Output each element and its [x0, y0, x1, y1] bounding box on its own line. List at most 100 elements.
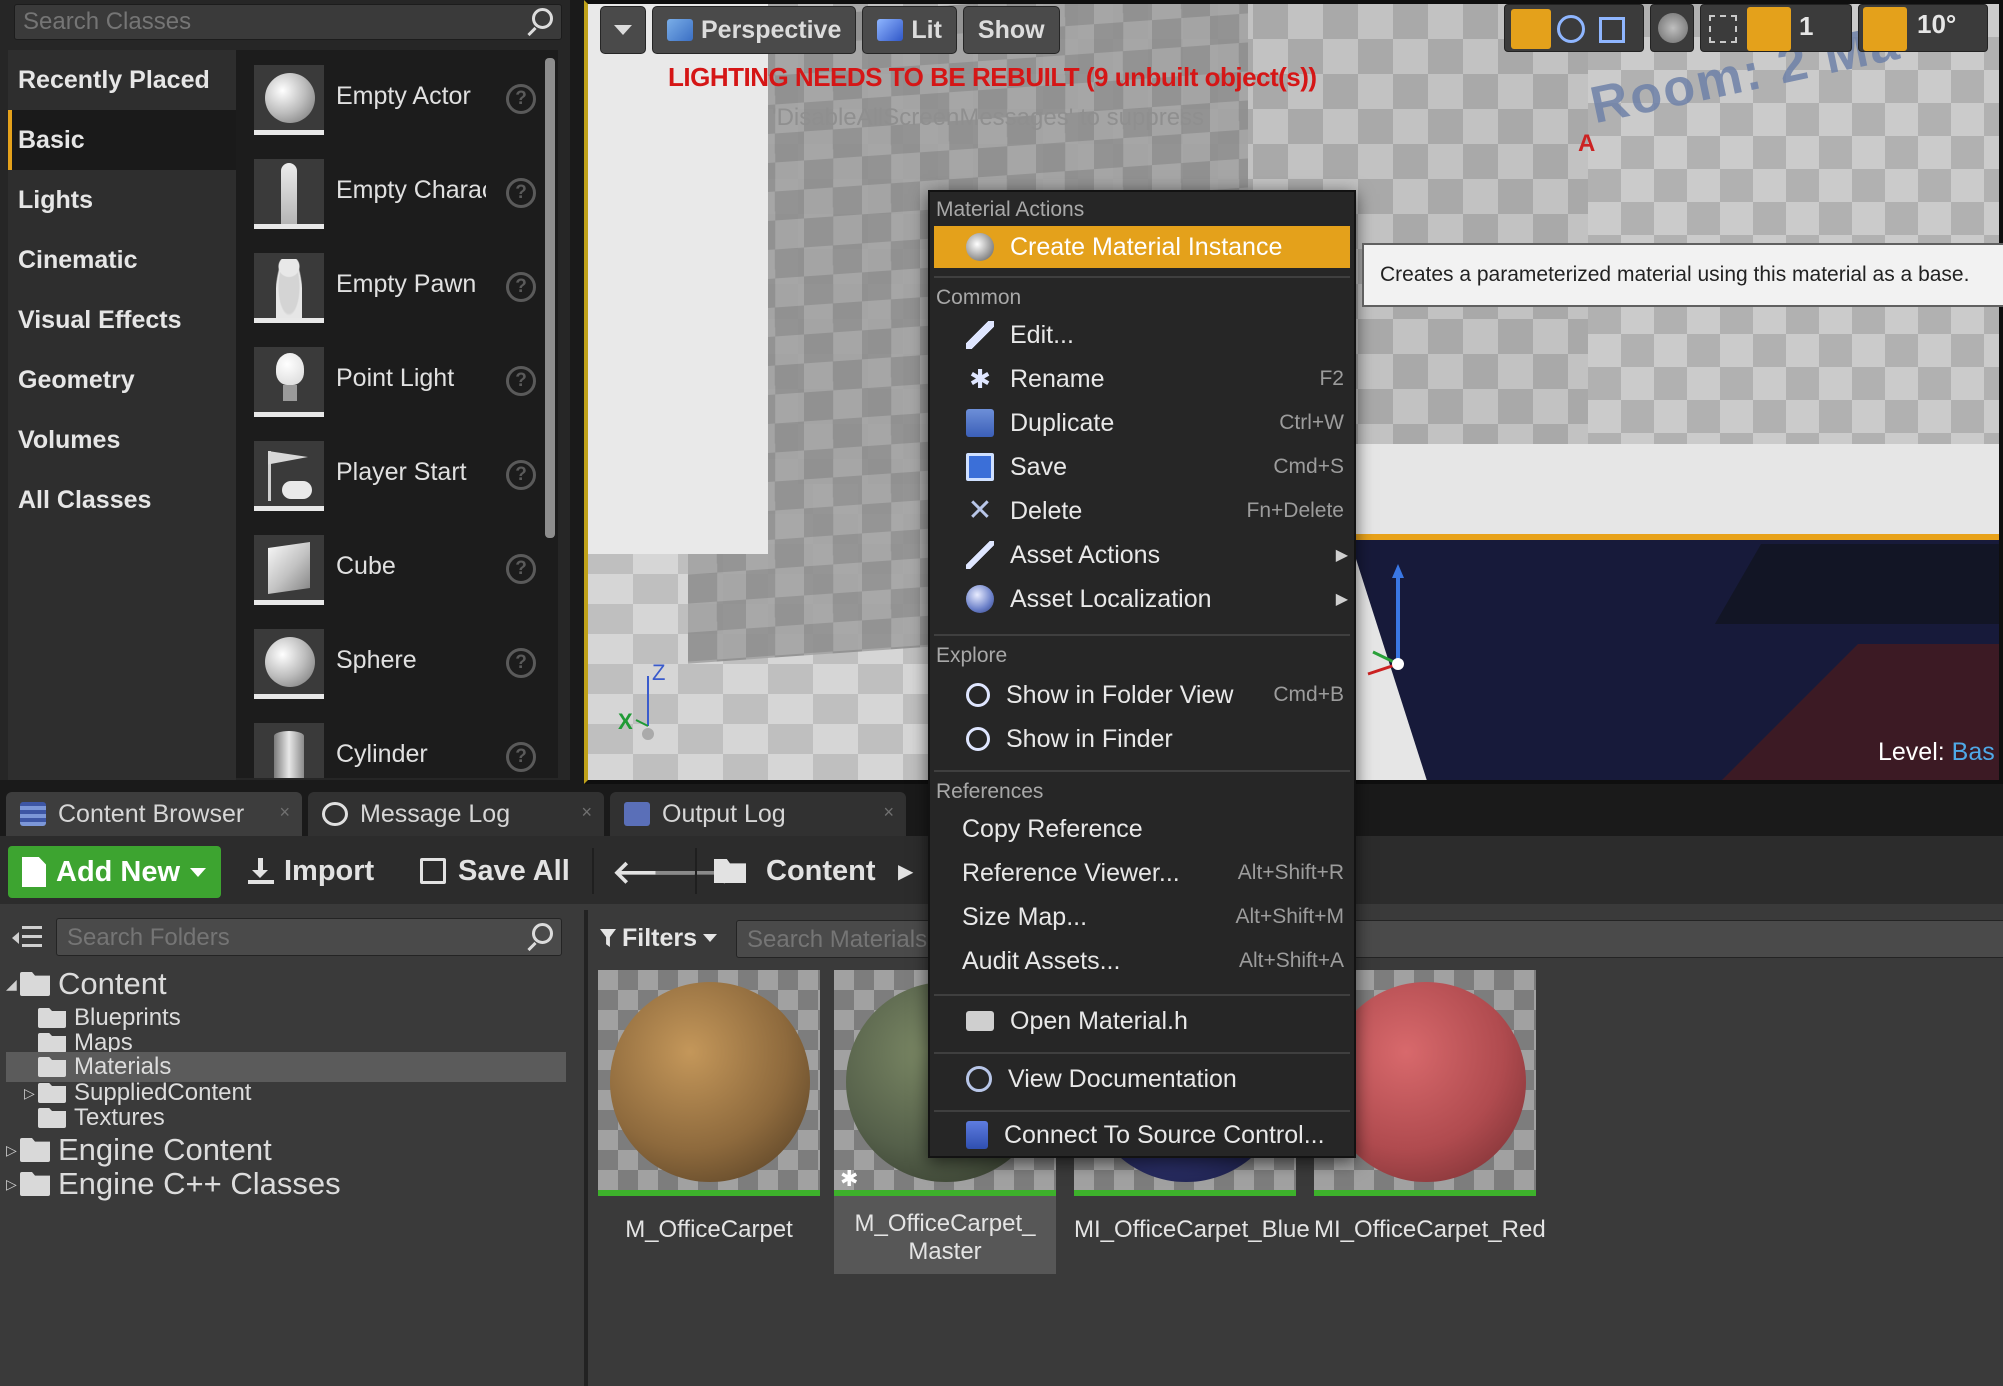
path-chevron-button[interactable]: ▶	[898, 850, 913, 892]
path-content-button[interactable]: Content	[714, 850, 876, 892]
actor-item-player-start[interactable]: Player Start ?	[236, 426, 558, 520]
menu-reference-viewer[interactable]: Reference Viewer... Alt+Shift+R	[934, 852, 1350, 894]
menu-show-in-folder-view[interactable]: Show in Folder View Cmd+B	[934, 674, 1350, 716]
category-all-classes[interactable]: All Classes	[8, 470, 236, 530]
help-icon[interactable]: ?	[506, 554, 536, 584]
help-icon[interactable]: ?	[506, 272, 536, 302]
folder-label: Textures	[74, 1104, 165, 1131]
help-icon[interactable]: ?	[506, 742, 536, 772]
save-all-button[interactable]: Save All	[420, 850, 570, 892]
save-icon	[420, 858, 446, 884]
category-basic[interactable]: Basic	[8, 110, 236, 170]
actor-item-empty-actor[interactable]: Empty Actor ?	[236, 50, 558, 144]
category-lights[interactable]: Lights	[8, 170, 236, 230]
grid-snap-value[interactable]: 1	[1799, 11, 1813, 42]
filters-button[interactable]: Filters	[600, 918, 718, 958]
category-geometry[interactable]: Geometry	[8, 350, 236, 410]
tree-folder-content[interactable]: ◢ Content	[6, 966, 566, 1001]
rotation-snap-tools: 10°	[1858, 4, 1988, 52]
menu-edit[interactable]: Edit...	[934, 314, 1350, 356]
folder-search-box[interactable]	[56, 918, 562, 956]
cpp-folder-icon	[20, 1172, 50, 1196]
category-visual-effects[interactable]: Visual Effects	[8, 290, 236, 350]
actor-item-sphere[interactable]: Sphere ?	[236, 614, 558, 708]
category-recently-placed[interactable]: Recently Placed	[8, 50, 236, 110]
close-icon[interactable]: ×	[883, 802, 894, 823]
menu-asset-localization[interactable]: Asset Localization ▶	[934, 578, 1350, 620]
class-search-box[interactable]	[14, 4, 562, 40]
menu-connect-source-control[interactable]: Connect To Source Control...	[934, 1114, 1350, 1156]
close-icon[interactable]: ×	[279, 802, 290, 823]
actor-item-cylinder[interactable]: Cylinder ?	[236, 708, 558, 778]
menu-duplicate[interactable]: Duplicate Ctrl+W	[934, 402, 1350, 444]
menu-create-material-instance[interactable]: Create Material Instance	[934, 226, 1350, 268]
menu-rename[interactable]: ✱ Rename F2	[934, 358, 1350, 400]
menu-open-material-h[interactable]: Open Material.h	[934, 1000, 1350, 1042]
rotate-icon[interactable]	[1557, 15, 1585, 43]
menu-show-in-finder[interactable]: Show in Finder	[934, 718, 1350, 760]
menu-delete[interactable]: ✕ Delete Fn+Delete	[934, 490, 1350, 532]
menu-size-map[interactable]: Size Map... Alt+Shift+M	[934, 896, 1350, 938]
asset-tile-m-officecarpet[interactable]: M_OfficeCarpet	[598, 970, 820, 1244]
tab-content-browser[interactable]: Content Browser ×	[6, 792, 302, 836]
search-icon[interactable]	[525, 923, 553, 952]
help-icon[interactable]: ?	[506, 460, 536, 490]
actor-label: Empty Pawn	[336, 270, 477, 298]
room-marker: A	[1578, 130, 1596, 157]
category-cinematic[interactable]: Cinematic	[8, 230, 236, 290]
add-new-button[interactable]: Add New	[8, 846, 221, 898]
menu-label: Connect To Source Control...	[1004, 1120, 1325, 1149]
asset-search-box[interactable]	[736, 920, 2003, 958]
tab-label: Message Log	[360, 799, 511, 828]
collapsed-arrow-icon[interactable]: ▷	[24, 1085, 38, 1102]
actor-item-point-light[interactable]: Point Light ?	[236, 332, 558, 426]
toggle-sources-icon[interactable]	[12, 926, 42, 948]
actor-item-empty-pawn[interactable]: Empty Pawn ?	[236, 238, 558, 332]
translate-icon[interactable]	[1511, 9, 1551, 49]
help-icon[interactable]: ?	[506, 84, 536, 114]
perspective-button[interactable]: Perspective	[652, 6, 857, 54]
help-icon[interactable]: ?	[506, 178, 536, 208]
world-space-button[interactable]	[1650, 4, 1694, 52]
menu-audit-assets[interactable]: Audit Assets... Alt+Shift+A	[934, 940, 1350, 982]
close-icon[interactable]: ×	[581, 802, 592, 823]
category-list: Recently Placed Basic Lights Cinematic V…	[8, 50, 236, 780]
search-icon[interactable]	[525, 8, 553, 37]
cpp-file-icon	[966, 1011, 994, 1031]
folder-icon	[20, 1138, 50, 1162]
expanded-arrow-icon[interactable]: ◢	[6, 976, 20, 993]
menu-label: Open Material.h	[1010, 1006, 1188, 1035]
menu-copy-reference[interactable]: Copy Reference	[934, 808, 1350, 850]
viewport-options-button[interactable]	[600, 6, 646, 54]
actor-item-empty-character[interactable]: Empty Character ?	[236, 144, 558, 238]
actor-list-scrollbar[interactable]	[545, 58, 555, 538]
actor-item-cube[interactable]: Cube ?	[236, 520, 558, 614]
lighting-warning: LIGHTING NEEDS TO BE REBUILT (9 unbuilt …	[668, 62, 1317, 92]
tree-folder-textures[interactable]: Textures	[6, 1102, 566, 1134]
menu-view-documentation[interactable]: View Documentation	[934, 1058, 1350, 1100]
help-icon[interactable]: ?	[506, 648, 536, 678]
folder-search-input[interactable]	[67, 923, 487, 953]
collapsed-arrow-icon[interactable]: ▷	[6, 1176, 20, 1193]
grid-snap-icon[interactable]	[1747, 7, 1791, 51]
surface-snap-icon[interactable]	[1709, 15, 1737, 43]
rotation-snap-icon[interactable]	[1863, 7, 1907, 51]
category-volumes[interactable]: Volumes	[8, 410, 236, 470]
add-new-label: Add New	[56, 855, 181, 888]
lit-button[interactable]: Lit	[862, 6, 957, 54]
tree-folder-engine-cpp-classes[interactable]: ▷ Engine C++ Classes	[6, 1166, 566, 1201]
tab-message-log[interactable]: Message Log ×	[308, 792, 604, 836]
show-button[interactable]: Show	[962, 6, 1060, 54]
menu-asset-actions[interactable]: Asset Actions ▶	[934, 534, 1350, 576]
tab-output-log[interactable]: Output Log ×	[610, 792, 906, 836]
collapsed-arrow-icon[interactable]: ▷	[6, 1142, 20, 1159]
wrench-icon	[966, 541, 994, 569]
help-icon[interactable]: ?	[506, 366, 536, 396]
class-search-input[interactable]	[23, 7, 503, 37]
rotation-snap-value[interactable]: 10°	[1917, 9, 1956, 40]
scale-icon[interactable]	[1599, 17, 1625, 43]
transform-gizmo[interactable]	[1358, 564, 1448, 684]
import-button[interactable]: Import	[248, 850, 374, 892]
tree-folder-engine-content[interactable]: ▷ Engine Content	[6, 1132, 566, 1167]
menu-save[interactable]: Save Cmd+S	[934, 446, 1350, 488]
